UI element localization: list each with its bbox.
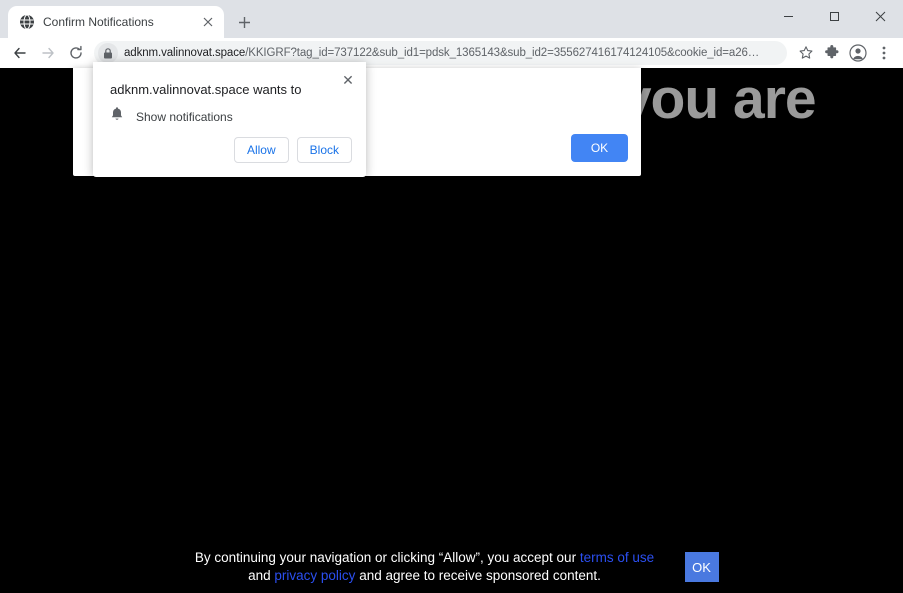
avatar-icon[interactable] (845, 40, 871, 66)
tab-title: Confirm Notifications (43, 15, 154, 29)
puzzle-icon[interactable] (819, 40, 845, 66)
new-tab-button[interactable] (230, 8, 258, 36)
tab-confirm-notifications[interactable]: Confirm Notifications (8, 6, 224, 38)
browser-window: Confirm Notifications adknm.valinnovat.s… (0, 0, 903, 593)
block-button[interactable]: Block (296, 137, 352, 163)
consent-text: By continuing your navigation or clickin… (185, 549, 665, 585)
allow-button[interactable]: Allow (233, 137, 289, 163)
title-bar: Confirm Notifications (0, 0, 903, 38)
privacy-policy-link[interactable]: privacy policy (274, 568, 355, 583)
consent-banner: By continuing your navigation or clickin… (0, 549, 903, 585)
window-controls (765, 0, 903, 32)
tab-strip: Confirm Notifications (0, 0, 765, 38)
close-icon[interactable]: ✕ (339, 71, 357, 89)
permission-option-label: Show notifications (136, 109, 233, 124)
forward-arrow-icon (34, 39, 62, 67)
minimize-icon[interactable] (765, 0, 811, 32)
address-bar-url: adknm.valinnovat.space/KKIGRF?tag_id=737… (124, 46, 777, 60)
bell-icon (110, 106, 124, 127)
consent-ok-button[interactable]: OK (684, 552, 719, 582)
three-dot-menu-icon[interactable] (871, 40, 897, 66)
consent-text-part2: and agree to receive sponsored content. (355, 568, 601, 583)
consent-text-between: and (248, 568, 275, 583)
permission-option-row: Show notifications (110, 106, 233, 127)
reload-icon[interactable] (62, 39, 90, 67)
maximize-icon[interactable] (811, 0, 857, 32)
url-host: adknm.valinnovat.space (124, 47, 246, 59)
terms-of-use-link[interactable]: terms of use (580, 550, 654, 565)
permission-actions: Allow Block (233, 137, 352, 163)
alert-ok-button[interactable]: OK (571, 134, 628, 162)
tab-close-icon[interactable] (200, 14, 216, 30)
back-arrow-icon[interactable] (6, 39, 34, 67)
star-icon[interactable] (793, 40, 819, 66)
permission-title: adknm.valinnovat.space wants to (110, 82, 302, 97)
globe-icon (19, 14, 35, 30)
consent-text-part1: By continuing your navigation or clickin… (194, 550, 580, 565)
notification-permission-dialog: ✕ adknm.valinnovat.space wants to Show n… (93, 62, 366, 177)
close-icon[interactable] (857, 0, 903, 32)
url-path: /KKIGRF?tag_id=737122&sub_id1=pdsk_13651… (245, 47, 760, 59)
lock-icon[interactable] (98, 43, 118, 63)
